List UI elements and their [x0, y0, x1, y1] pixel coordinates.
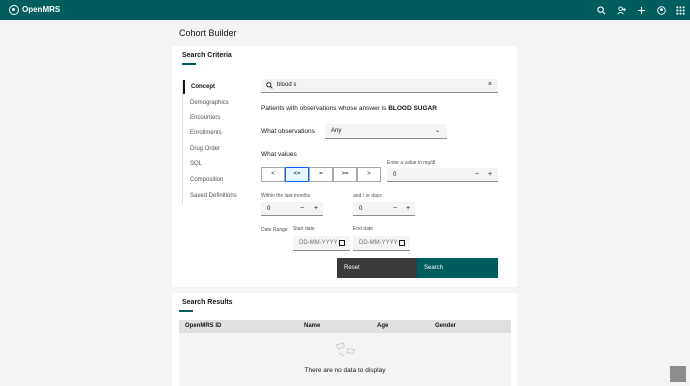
- sidebar-item-demographics[interactable]: Demographics: [183, 96, 253, 110]
- user-avatar-icon[interactable]: [655, 4, 667, 16]
- what-observations-select[interactable]: Any ⌄: [325, 124, 447, 139]
- end-date-input[interactable]: DD-MM-YYYY: [353, 236, 410, 251]
- brand-name: OpenMRS: [22, 5, 61, 14]
- prompt-prefix: Patients with observations whose answer …: [261, 105, 387, 112]
- months-increment-button[interactable]: +: [314, 205, 318, 212]
- operator-gte-button[interactable]: >=: [333, 167, 357, 182]
- operator-eq-button[interactable]: =: [309, 167, 333, 182]
- start-date-label: Start date: [293, 226, 315, 232]
- enter-value-label: Enter a value in mg/dl: [387, 160, 436, 166]
- calendar-icon[interactable]: [339, 240, 345, 246]
- results-table-body: There are no data to display: [179, 333, 511, 386]
- search-icon[interactable]: [595, 4, 607, 16]
- sidebar-item-encounters[interactable]: Encounters: [183, 111, 253, 125]
- search-results-card: Search Results OpenMRS ID Name Age Gende…: [172, 293, 517, 386]
- clear-icon[interactable]: ×: [488, 81, 492, 88]
- select-value: Any: [331, 128, 342, 134]
- empty-data-icon: [336, 342, 355, 357]
- search-results-title: Search Results: [182, 299, 233, 306]
- empty-state-message: There are no data to display: [304, 367, 386, 374]
- months-number-input[interactable]: 0 − +: [261, 202, 323, 216]
- what-values-label: What values: [261, 151, 297, 158]
- decrement-button[interactable]: −: [475, 171, 479, 178]
- search-criteria-card: Search Criteria Concept Demographics Enc…: [172, 46, 517, 287]
- search-value: blood s: [277, 82, 297, 88]
- end-date-placeholder: DD-MM-YYYY: [359, 240, 398, 246]
- page-title: Cohort Builder: [179, 28, 237, 38]
- sidebar-item-composition[interactable]: Composition: [183, 173, 253, 187]
- column-gender: Gender: [435, 323, 457, 329]
- value-number-input[interactable]: 0 − +: [387, 168, 498, 182]
- months-value: 0: [267, 206, 271, 212]
- sidebar-item-saved-definitions[interactable]: Saved Definitions: [183, 189, 253, 203]
- date-range-label: Date Range: [261, 227, 288, 233]
- chevron-down-icon: ⌄: [434, 128, 440, 134]
- add-patient-icon[interactable]: [615, 4, 627, 16]
- concept-search-input[interactable]: blood s ×: [261, 79, 498, 93]
- what-observations-label: What observations: [261, 128, 315, 135]
- end-date-label: End date: [353, 226, 374, 232]
- scroll-to-top-button[interactable]: [670, 366, 686, 382]
- reset-button[interactable]: Reset: [337, 258, 417, 278]
- results-table-header: OpenMRS ID Name Age Gender: [179, 320, 511, 333]
- sidebar-item-sql[interactable]: SQL: [183, 157, 253, 171]
- operator-lt-button[interactable]: <: [261, 167, 285, 182]
- column-name: Name: [304, 323, 321, 329]
- start-date-input[interactable]: DD-MM-YYYY: [293, 236, 350, 251]
- app-switcher-icon[interactable]: [674, 4, 686, 16]
- increment-button[interactable]: +: [488, 171, 492, 178]
- top-navigation-bar: OpenMRS: [0, 0, 690, 20]
- sidebar-item-drug-order[interactable]: Drug Order: [183, 142, 253, 156]
- value: 0: [393, 172, 397, 178]
- openmrs-logo-icon: [9, 5, 19, 15]
- operator-gt-button[interactable]: >: [357, 167, 381, 182]
- search-button[interactable]: Search: [417, 258, 498, 278]
- days-label: and / or days: [353, 193, 382, 199]
- operator-lte-button[interactable]: <=: [285, 167, 309, 182]
- observation-prompt: Patients with observations whose answer …: [261, 105, 437, 112]
- calendar-icon[interactable]: [399, 240, 405, 246]
- title-underline: [179, 310, 193, 312]
- column-openmrs-id: OpenMRS ID: [185, 323, 222, 329]
- plus-icon[interactable]: [635, 4, 647, 16]
- days-number-input[interactable]: 0 − +: [353, 202, 415, 216]
- start-date-placeholder: DD-MM-YYYY: [299, 240, 338, 246]
- search-criteria-title: Search Criteria: [182, 52, 232, 59]
- days-decrement-button[interactable]: −: [393, 205, 397, 212]
- months-decrement-button[interactable]: −: [300, 205, 304, 212]
- column-age: Age: [377, 323, 389, 329]
- sidebar-item-concept[interactable]: Concept: [183, 80, 253, 94]
- days-value: 0: [359, 206, 363, 212]
- within-months-label: Within the last months: [261, 193, 311, 199]
- title-underline: [182, 63, 196, 65]
- search-icon: [266, 82, 273, 89]
- sidebar-item-enrollments[interactable]: Enrollments: [183, 126, 253, 140]
- prompt-value: BLOOD SUGAR: [388, 105, 437, 112]
- days-increment-button[interactable]: +: [406, 205, 410, 212]
